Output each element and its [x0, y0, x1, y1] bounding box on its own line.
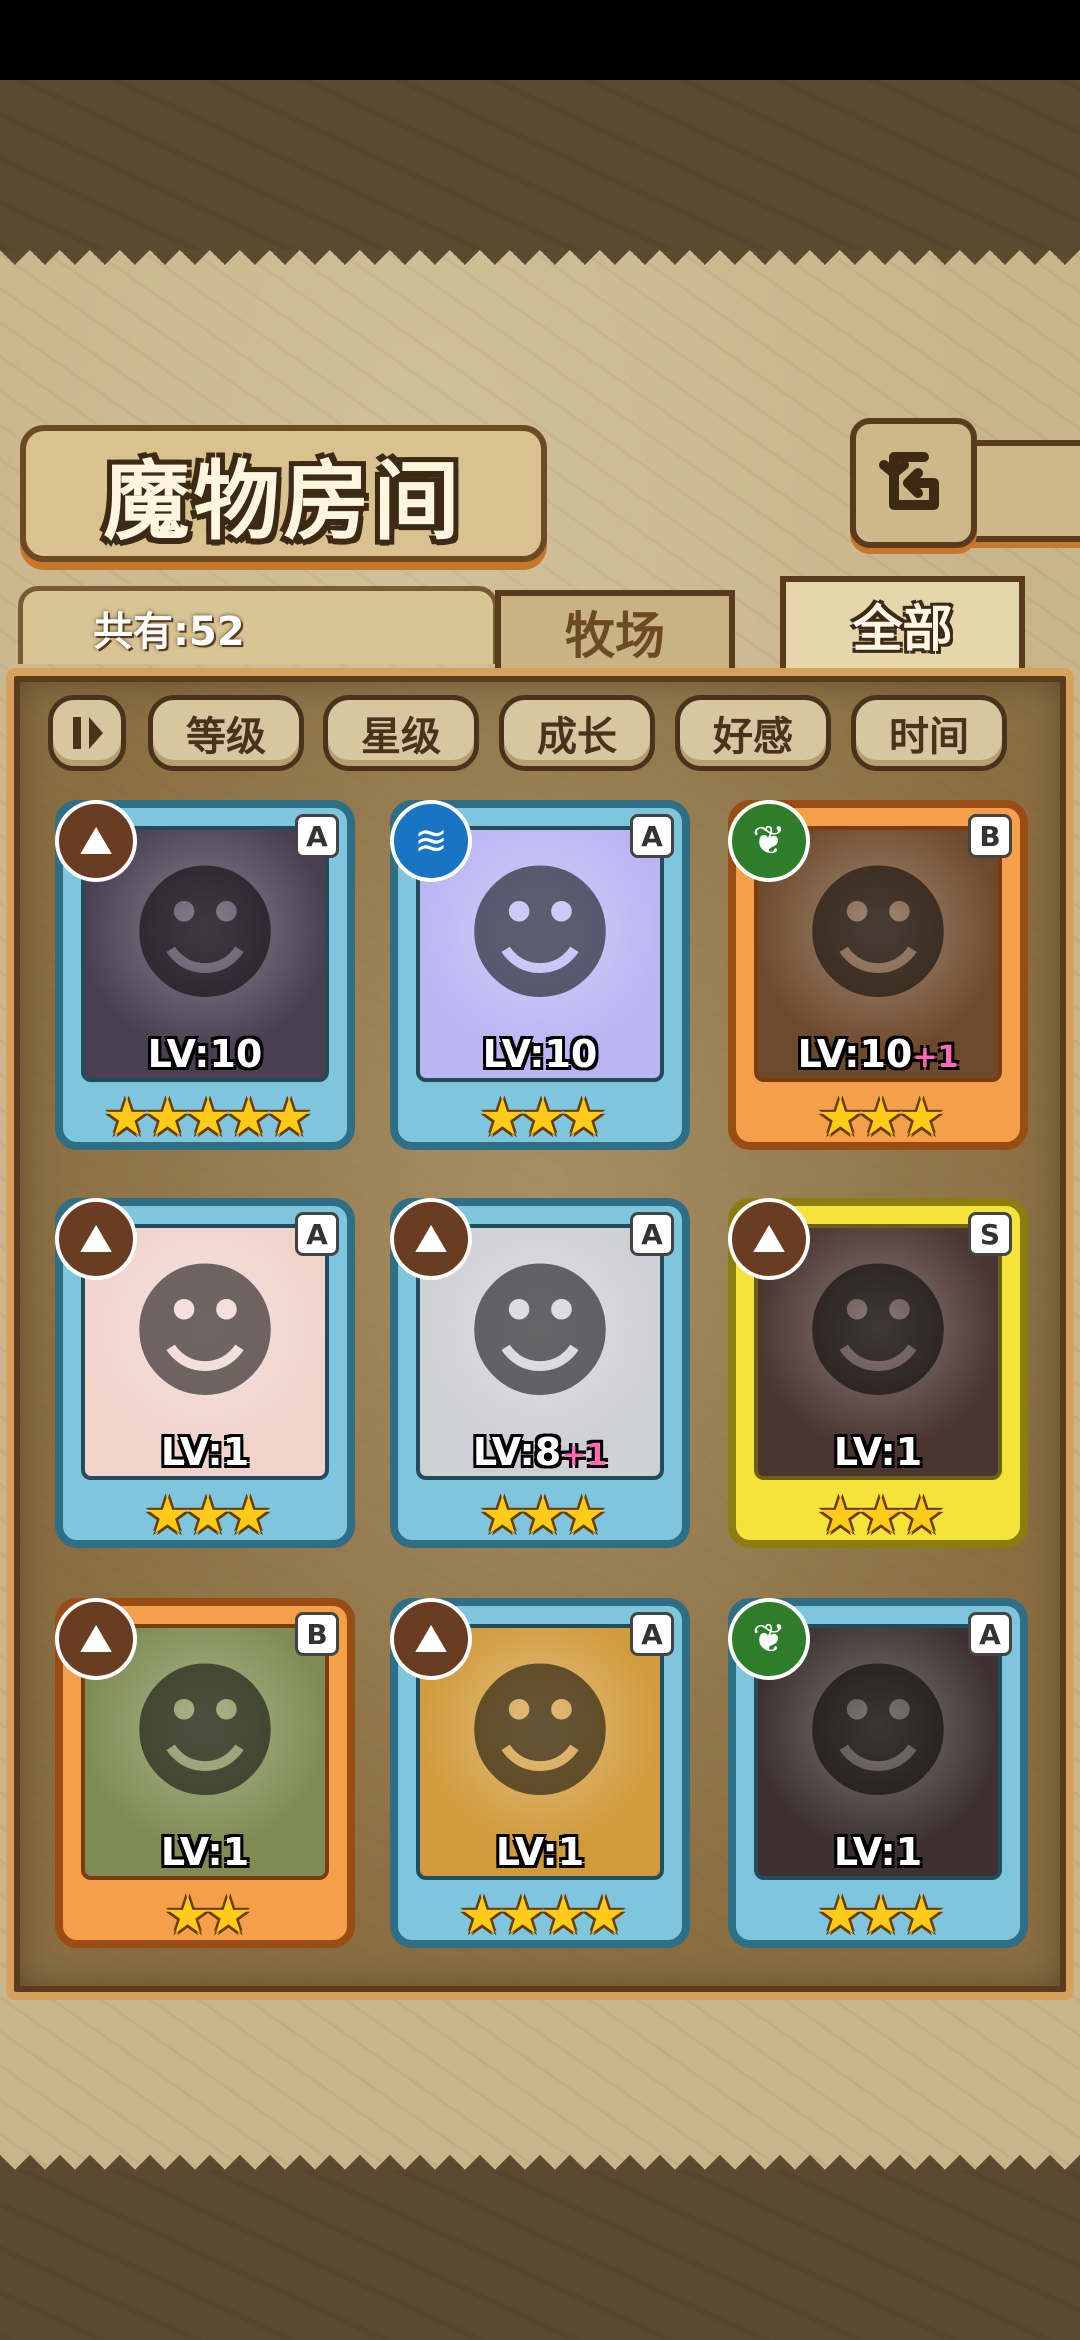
monster-figure-icon: ☻ — [461, 1246, 619, 1420]
back-button[interactable] — [850, 418, 977, 548]
star-rating: ★★★★★ — [103, 1088, 312, 1148]
star-rating: ★★★ — [144, 1486, 272, 1546]
rank-badge: B — [295, 1612, 339, 1656]
sort-button-growth[interactable]: 成长 — [499, 695, 655, 771]
monster-figure-icon: ☻ — [799, 1246, 957, 1420]
monster-level: LV:1 — [736, 1430, 1020, 1474]
rank-badge: A — [630, 1612, 674, 1656]
monster-figure-icon: ☻ — [799, 848, 957, 1022]
level-text: LV:1 — [833, 1430, 923, 1474]
monster-card[interactable]: ☻ B ⛰ LV:1 ★★ — [55, 1598, 355, 1948]
star-rating: ★★ — [164, 1886, 251, 1946]
monster-card[interactable]: ☻ B ❦ LV:10+1 ★★★ — [728, 800, 1028, 1150]
level-text: LV:10 — [797, 1032, 913, 1076]
star-rating: ★★★ — [817, 1486, 945, 1546]
monster-level: LV:1 — [398, 1830, 682, 1874]
monster-card[interactable]: ☻ A ⛰ LV:1 ★★★★ — [390, 1598, 690, 1948]
monster-level: LV:10+1 — [736, 1032, 1020, 1076]
monster-card[interactable]: ☻ A ⛰ LV:10 ★★★★★ — [55, 800, 355, 1150]
monster-count: 共有:52 — [93, 608, 245, 655]
rank-badge: S — [968, 1212, 1012, 1256]
level-text: LV:1 — [495, 1830, 585, 1874]
monster-figure-icon: ☻ — [461, 848, 619, 1022]
monster-card[interactable]: ☻ S ⛰ LV:1 ★★★ — [728, 1198, 1028, 1548]
rank-badge: A — [968, 1612, 1012, 1656]
sort-toggle-icon — [73, 717, 103, 749]
monster-level: LV:1 — [736, 1830, 1020, 1874]
star-rating: ★★★ — [479, 1486, 607, 1546]
sort-button-affection[interactable]: 好感 — [675, 695, 831, 771]
bottom-background — [0, 2170, 1080, 2340]
earth-element-icon: ⛰ — [55, 800, 137, 882]
monster-count-bar: 共有:52 — [18, 586, 498, 664]
monster-card[interactable]: ☻ A ⛰ LV:8+1 ★★★ — [390, 1198, 690, 1548]
rank-badge: A — [630, 1212, 674, 1256]
monster-level: LV:10 — [398, 1032, 682, 1076]
top-background — [0, 80, 1080, 250]
monster-figure-icon: ☻ — [126, 1246, 284, 1420]
sort-button-stars[interactable]: 星级 — [323, 695, 479, 771]
page-title: 魔物房间 — [103, 451, 464, 552]
level-bonus: +1 — [561, 1438, 608, 1473]
leaf-element-icon: ❦ — [728, 800, 810, 882]
monster-level: LV:1 — [63, 1430, 347, 1474]
monster-figure-icon: ☻ — [126, 848, 284, 1022]
star-rating: ★★★ — [817, 1886, 945, 1946]
monster-level: LV:1 — [63, 1830, 347, 1874]
rank-badge: A — [295, 814, 339, 858]
monster-level: LV:10 — [63, 1032, 347, 1076]
status-bar — [0, 0, 1080, 80]
level-text: LV:1 — [160, 1430, 250, 1474]
earth-element-icon: ⛰ — [55, 1198, 137, 1280]
monster-level: LV:8+1 — [398, 1430, 682, 1474]
earth-element-icon: ⛰ — [728, 1198, 810, 1280]
monster-card[interactable]: ☻ A ⛰ LV:1 ★★★ — [55, 1198, 355, 1548]
level-text: LV:8 — [472, 1430, 562, 1474]
sort-button-time[interactable]: 时间 — [851, 695, 1007, 771]
panel-top-edge — [0, 250, 1080, 280]
rank-badge: A — [630, 814, 674, 858]
back-arrow-icon — [878, 452, 939, 510]
water-element-icon: ≋ — [390, 800, 472, 882]
leaf-element-icon: ❦ — [728, 1598, 810, 1680]
star-rating: ★★★ — [479, 1088, 607, 1148]
monster-figure-icon: ☻ — [126, 1646, 284, 1820]
star-rating: ★★★★ — [458, 1886, 627, 1946]
monster-card[interactable]: ☻ A ❦ LV:1 ★★★ — [728, 1598, 1028, 1948]
rank-badge: A — [295, 1212, 339, 1256]
sort-button-level[interactable]: 等级 — [148, 695, 304, 771]
tab-pasture[interactable]: 牧场 — [495, 590, 735, 668]
earth-element-icon: ⛰ — [390, 1598, 472, 1680]
back-bar — [965, 440, 1080, 542]
monster-figure-icon: ☻ — [461, 1646, 619, 1820]
star-rating: ★★★ — [817, 1088, 945, 1148]
monster-card[interactable]: ☻ A ≋ LV:10 ★★★ — [390, 800, 690, 1150]
level-text: LV:1 — [160, 1830, 250, 1874]
earth-element-icon: ⛰ — [390, 1198, 472, 1280]
sort-bar: 等级 星级 成长 好感 时间 — [48, 695, 1038, 775]
level-text: LV:10 — [482, 1032, 598, 1076]
title-plate: 魔物房间 — [20, 425, 547, 562]
rank-badge: B — [968, 814, 1012, 858]
earth-element-icon: ⛰ — [55, 1598, 137, 1680]
sort-order-toggle[interactable] — [48, 695, 126, 771]
level-text: LV:10 — [147, 1032, 263, 1076]
tab-all[interactable]: 全部 — [780, 576, 1025, 668]
monster-figure-icon: ☻ — [799, 1646, 957, 1820]
level-bonus: +1 — [912, 1040, 959, 1075]
panel-bottom-edge — [0, 2140, 1080, 2170]
level-text: LV:1 — [833, 1830, 923, 1874]
